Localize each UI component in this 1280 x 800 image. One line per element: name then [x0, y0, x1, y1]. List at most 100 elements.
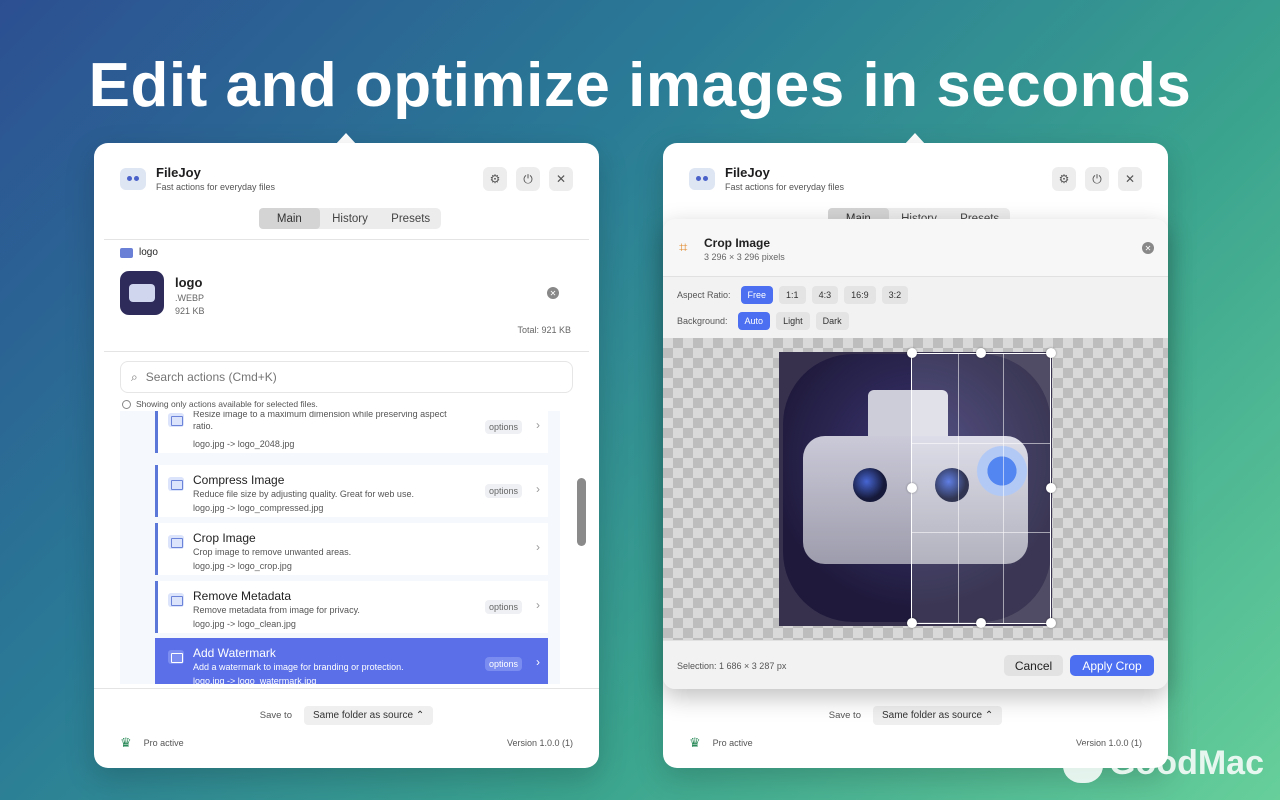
app-logo-icon	[689, 167, 715, 190]
tab-main[interactable]: Main	[259, 208, 320, 229]
crop-handle-bottom-right[interactable]	[1046, 618, 1056, 628]
action-description: Crop image to remove unwanted areas.	[193, 547, 352, 557]
pro-status: ♛ Pro active	[120, 735, 184, 751]
crop-handle-bottom[interactable]	[976, 618, 986, 628]
crop-handle-top-right[interactable]	[1046, 348, 1056, 358]
divider	[104, 239, 589, 240]
aspect-ratio-label: Aspect Ratio:	[677, 290, 731, 300]
aspect-3-2-button[interactable]: 3:2	[881, 286, 909, 304]
save-location-row: Save to Same folder as source ⌃	[663, 706, 1168, 725]
file-size: 921 KB	[175, 306, 205, 316]
crop-handle-right[interactable]	[1046, 483, 1056, 493]
chevron-right-icon: ›	[536, 482, 540, 496]
tab-presets[interactable]: Presets	[380, 208, 441, 229]
action-item-resize[interactable]: Resize image to a maximum dimension whil…	[155, 411, 548, 453]
action-item-watermark[interactable]: Add Watermark Add a watermark to image f…	[155, 638, 548, 684]
file-extension: .WEBP	[175, 293, 205, 303]
file-thumbnail	[120, 271, 164, 315]
image-icon	[168, 477, 184, 491]
action-file: logo.jpg -> logo_compressed.jpg	[193, 503, 324, 513]
selection-size: Selection: 1 686 × 3 287 px	[677, 661, 787, 671]
search-icon: ⌕	[131, 369, 138, 384]
remove-file-icon[interactable]: ✕	[547, 287, 559, 299]
file-name: logo	[175, 275, 203, 290]
grid-line	[1003, 354, 1005, 623]
save-location-select[interactable]: Same folder as source ⌃	[872, 706, 1003, 725]
tab-history[interactable]: History	[320, 208, 381, 229]
cancel-button[interactable]: Cancel	[1004, 655, 1063, 676]
background-dark-button[interactable]: Dark	[815, 312, 849, 330]
action-title: Remove Metadata	[193, 589, 292, 603]
goodmac-logo-icon	[1063, 744, 1104, 783]
pro-status: ♛ Pro active	[689, 735, 753, 751]
search-input[interactable]	[145, 370, 526, 384]
pro-status-text: Pro active	[143, 738, 184, 748]
search-box[interactable]: ⌕	[120, 361, 573, 393]
crop-selection-box[interactable]	[911, 353, 1051, 624]
goodmac-watermark: GoodMac	[1063, 744, 1264, 783]
search-hint: Showing only actions available for selec…	[122, 399, 318, 409]
options-badge[interactable]: options	[484, 484, 522, 498]
pro-status-text: Pro active	[712, 738, 753, 748]
grid-line	[912, 531, 1050, 533]
apply-crop-button[interactable]: Apply Crop	[1070, 655, 1154, 676]
action-description: Remove metadata from image for privacy.	[193, 605, 360, 615]
crop-handle-top-left[interactable]	[907, 348, 917, 358]
crop-canvas[interactable]	[663, 338, 1168, 640]
save-label: Save to	[828, 710, 861, 721]
close-icon[interactable]: ✕	[549, 167, 573, 191]
action-description: Resize image to a maximum dimension whil…	[193, 411, 447, 431]
info-icon	[122, 399, 131, 409]
crop-handle-bottom-left[interactable]	[907, 618, 917, 628]
crown-icon: ♛	[689, 735, 701, 750]
save-location-select[interactable]: Same folder as source ⌃	[303, 706, 434, 725]
app-name: FileJoy	[156, 165, 201, 180]
headline: Edit and optimize images in seconds	[88, 51, 1192, 120]
chevron-right-icon: ›	[536, 598, 540, 612]
action-item-remove-metadata[interactable]: Remove Metadata Remove metadata from ima…	[155, 581, 548, 633]
app-header: FileJoy Fast actions for everyday files	[120, 165, 275, 192]
close-icon[interactable]: ✕	[1118, 167, 1142, 191]
crop-handle-top[interactable]	[976, 348, 986, 358]
app-header: FileJoy Fast actions for everyday files	[689, 165, 844, 192]
save-location-value: Same folder as source	[881, 710, 983, 721]
actions-list: Resize image to a maximum dimension whil…	[120, 411, 560, 684]
background-light-button[interactable]: Light	[776, 312, 810, 330]
close-icon[interactable]: ✕	[1142, 242, 1154, 254]
background-auto-button[interactable]: Auto	[737, 312, 771, 330]
power-icon[interactable]: ⏻	[1085, 167, 1109, 191]
aspect-free-button[interactable]: Free	[740, 286, 774, 304]
options-badge[interactable]: options	[484, 420, 522, 434]
aspect-4-3-button[interactable]: 4:3	[811, 286, 839, 304]
gear-icon[interactable]: ⚙	[483, 167, 507, 191]
image-icon	[120, 247, 133, 258]
aspect-1-1-button[interactable]: 1:1	[779, 286, 806, 304]
app-name: FileJoy	[725, 165, 770, 180]
tab-bar: Main History Presets	[259, 208, 441, 229]
options-badge[interactable]: options	[484, 657, 522, 671]
scrollbar-thumb[interactable]	[577, 478, 586, 546]
filejoy-window-main: FileJoy Fast actions for everyday files …	[94, 143, 599, 768]
window-buttons: ⚙ ⏻ ✕	[483, 167, 573, 191]
chevron-right-icon: ›	[536, 418, 540, 432]
action-title: Add Watermark	[193, 646, 276, 660]
crop-excluded-area	[779, 352, 911, 626]
crop-footer: Selection: 1 686 × 3 287 px Cancel Apply…	[663, 640, 1168, 689]
crop-icon: ⌗	[679, 239, 688, 256]
background-row: Background: Auto Light Dark	[677, 312, 849, 330]
status-bar: ♛ Pro active Version 1.0.0 (1)	[120, 735, 573, 751]
action-file: logo.jpg -> logo_2048.jpg	[193, 439, 295, 449]
power-icon[interactable]: ⏻	[516, 167, 540, 191]
action-title: Compress Image	[193, 473, 285, 487]
action-file: logo.jpg -> logo_crop.jpg	[193, 561, 292, 571]
options-badge[interactable]: options	[484, 600, 522, 614]
crop-header: ⌗ Crop Image 3 296 × 3 296 pixels ✕	[663, 219, 1168, 277]
aspect-16-9-button[interactable]: 16:9	[844, 286, 876, 304]
crop-handle-left[interactable]	[907, 483, 917, 493]
save-label: Save to	[259, 710, 292, 721]
grid-line	[957, 354, 959, 623]
gear-icon[interactable]: ⚙	[1052, 167, 1076, 191]
action-item-crop[interactable]: Crop Image Crop image to remove unwanted…	[155, 523, 548, 575]
action-item-compress[interactable]: Compress Image Reduce file size by adjus…	[155, 465, 548, 517]
save-location-row: Save to Same folder as source ⌃	[94, 706, 599, 725]
